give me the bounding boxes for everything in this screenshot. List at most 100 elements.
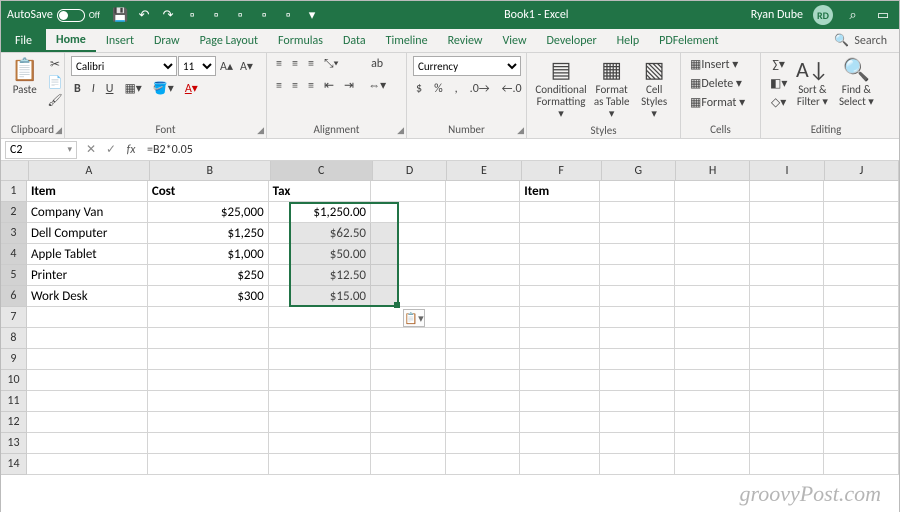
row-header[interactable]: 12 <box>1 412 27 433</box>
undo-icon[interactable]: ↶ <box>134 5 154 25</box>
cell[interactable] <box>750 433 825 454</box>
cell[interactable] <box>269 307 371 328</box>
cell[interactable] <box>520 265 600 286</box>
autosum-icon[interactable]: ∑▾ <box>767 56 790 73</box>
row-header[interactable]: 7 <box>1 307 27 328</box>
cell[interactable] <box>27 328 148 349</box>
ribbon-display-icon[interactable]: ▭ <box>873 5 893 25</box>
cell[interactable] <box>269 412 371 433</box>
select-all-corner[interactable] <box>1 161 29 181</box>
save-icon[interactable]: 💾 <box>110 5 130 25</box>
cell[interactable] <box>520 244 600 265</box>
cell[interactable] <box>148 391 269 412</box>
tab-file[interactable]: File <box>1 29 46 52</box>
font-color-icon[interactable]: A▾ <box>182 80 201 97</box>
merge-center-icon[interactable]: ⇔▾ <box>365 77 389 94</box>
cell[interactable] <box>446 454 521 475</box>
row-header[interactable]: 13 <box>1 433 27 454</box>
cell[interactable] <box>371 181 446 202</box>
cell[interactable] <box>27 454 148 475</box>
cell-styles-button[interactable]: ▧Cell Styles ▾ <box>634 56 674 122</box>
cell[interactable] <box>675 454 750 475</box>
cell[interactable] <box>600 349 675 370</box>
cell[interactable] <box>750 307 825 328</box>
wrap-text-button[interactable]: ab <box>365 56 389 72</box>
row-header[interactable]: 6 <box>1 286 27 307</box>
cell[interactable] <box>675 307 750 328</box>
row-header[interactable]: 14 <box>1 454 27 475</box>
cell[interactable] <box>750 328 825 349</box>
row-header[interactable]: 5 <box>1 265 27 286</box>
cell[interactable] <box>675 370 750 391</box>
cell[interactable] <box>446 244 521 265</box>
cell[interactable] <box>148 349 269 370</box>
redo-icon[interactable]: ↷ <box>158 5 178 25</box>
cell[interactable] <box>600 265 675 286</box>
col-header[interactable]: C <box>271 161 373 181</box>
tab-home[interactable]: Home <box>46 29 96 52</box>
cell[interactable]: $50.00 <box>269 244 371 265</box>
fill-icon[interactable]: ◧▾ <box>767 75 790 92</box>
format-as-table-button[interactable]: ▦Format as Table ▾ <box>589 56 634 122</box>
cell[interactable] <box>520 349 600 370</box>
cell[interactable] <box>750 181 825 202</box>
increase-decimal-icon[interactable]: .0→ <box>467 81 493 97</box>
clear-icon[interactable]: ◇▾ <box>767 94 790 111</box>
row-header[interactable]: 11 <box>1 391 27 412</box>
indent-increase-icon[interactable]: ⇥ <box>341 77 357 94</box>
delete-cells-button[interactable]: ▦ Delete ▾ <box>687 75 745 92</box>
indent-decrease-icon[interactable]: ⇤ <box>321 77 337 94</box>
cell[interactable] <box>520 454 600 475</box>
row-header[interactable]: 9 <box>1 349 27 370</box>
cell[interactable] <box>750 286 825 307</box>
sort-filter-button[interactable]: A↓Sort & Filter ▾ <box>790 56 834 110</box>
cell[interactable]: $62.50 <box>269 223 371 244</box>
cell[interactable]: Work Desk <box>27 286 148 307</box>
cell[interactable] <box>371 370 446 391</box>
cell[interactable] <box>371 349 446 370</box>
spreadsheet-grid[interactable]: A B C D E F G H I J 1ItemCostTaxItem2Com… <box>1 161 899 513</box>
cell[interactable] <box>520 328 600 349</box>
cell[interactable] <box>675 265 750 286</box>
cell[interactable]: Tax <box>269 181 371 202</box>
cell[interactable]: $25,000 <box>148 202 269 223</box>
cell[interactable] <box>520 307 600 328</box>
qat-item-icon[interactable]: ▫ <box>254 5 274 25</box>
cell[interactable] <box>600 244 675 265</box>
percent-icon[interactable]: % <box>431 81 446 97</box>
cell[interactable] <box>824 181 899 202</box>
cell[interactable]: $1,250.00 <box>269 202 371 223</box>
cell[interactable] <box>446 307 521 328</box>
cell[interactable] <box>446 202 521 223</box>
number-format-select[interactable]: Currency <box>413 56 521 76</box>
cell[interactable] <box>27 307 148 328</box>
col-header[interactable]: A <box>29 161 150 181</box>
cell[interactable] <box>446 181 521 202</box>
tab-view[interactable]: View <box>492 29 536 52</box>
cell[interactable] <box>520 202 600 223</box>
cell[interactable] <box>446 370 521 391</box>
decrease-font-icon[interactable]: A▾ <box>237 58 256 75</box>
cell[interactable] <box>600 307 675 328</box>
tab-help[interactable]: Help <box>607 29 650 52</box>
cell[interactable] <box>446 328 521 349</box>
user-name[interactable]: Ryan Dube <box>751 8 803 22</box>
cell[interactable] <box>824 391 899 412</box>
cell[interactable] <box>148 370 269 391</box>
orientation-icon[interactable]: ⤡▾ <box>321 56 342 72</box>
ribbon-options-icon[interactable]: ⌕ <box>843 5 863 25</box>
cell[interactable] <box>27 391 148 412</box>
tab-timeline[interactable]: Timeline <box>376 29 438 52</box>
cell[interactable]: $15.00 <box>269 286 371 307</box>
cell[interactable] <box>675 391 750 412</box>
cell[interactable] <box>750 244 825 265</box>
cell[interactable] <box>371 286 446 307</box>
cell[interactable] <box>446 412 521 433</box>
cell[interactable]: $12.50 <box>269 265 371 286</box>
cell[interactable] <box>269 370 371 391</box>
align-center-icon[interactable]: ≡ <box>289 78 301 94</box>
row-header[interactable]: 2 <box>1 202 27 223</box>
col-header[interactable]: D <box>373 161 447 181</box>
font-size-select[interactable]: 11 <box>178 56 216 76</box>
cell[interactable] <box>675 223 750 244</box>
